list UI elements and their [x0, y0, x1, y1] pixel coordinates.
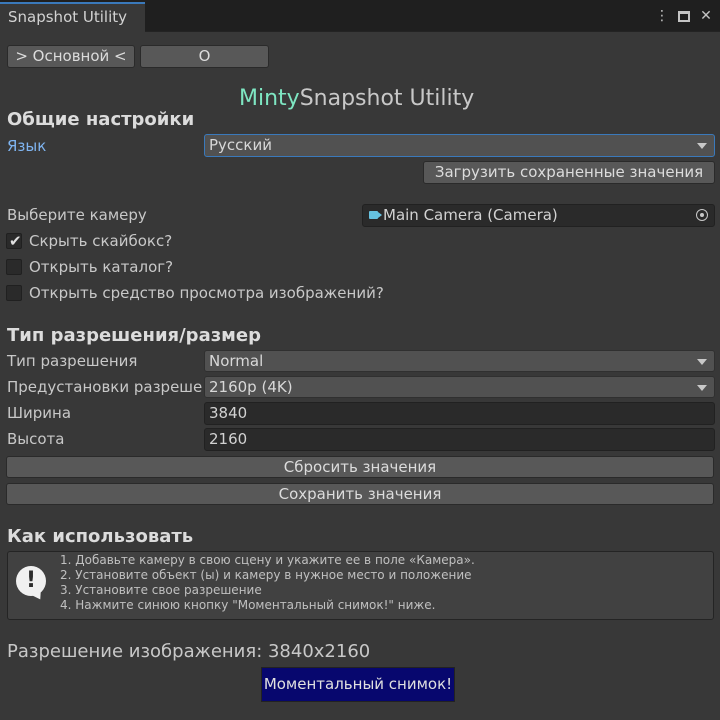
image-resolution-text: Разрешение изображения: 3840x2160	[7, 641, 371, 662]
about-tab-button[interactable]: O	[140, 45, 269, 68]
camera-label: Выберите камеру	[7, 206, 147, 224]
load-saved-values-button[interactable]: Загрузить сохраненные значения	[423, 161, 715, 184]
width-label: Ширина	[7, 404, 72, 422]
app-title: MintySnapshot Utility	[239, 86, 474, 111]
main-tab-button[interactable]: > Основной <	[7, 45, 135, 68]
app-title-accent: Minty	[239, 86, 300, 111]
resolution-type-dropdown[interactable]: Normal	[204, 350, 715, 372]
more-vert-icon[interactable]: ⋮	[654, 8, 670, 24]
save-values-button[interactable]: Сохранить значения	[6, 483, 714, 505]
snapshot-button[interactable]: Моментальный снимок!	[261, 667, 455, 702]
open-folder-checkbox[interactable]	[6, 259, 22, 275]
hide-skybox-label: Скрыть скайбокс?	[29, 232, 173, 250]
height-input[interactable]: 2160	[204, 428, 715, 451]
language-dropdown[interactable]: Русский	[204, 134, 715, 157]
open-image-viewer-checkbox[interactable]	[6, 285, 22, 301]
chevron-down-icon	[697, 143, 707, 149]
tab-snapshot-utility[interactable]: Snapshot Utility	[0, 2, 145, 32]
language-label: Язык	[7, 137, 47, 155]
chevron-down-icon	[697, 359, 707, 365]
resolution-type-label: Тип разрешения	[7, 352, 138, 370]
close-icon[interactable]: ✕	[698, 8, 714, 24]
object-picker-icon[interactable]	[696, 209, 708, 221]
hide-skybox-checkbox[interactable]: ✔	[6, 232, 22, 250]
height-label: Высота	[7, 430, 65, 448]
app-title-rest: Snapshot Utility	[299, 86, 475, 111]
camera-value: Main Camera (Camera)	[383, 206, 558, 224]
howto-step: 2. Установите объект (ы) и камеру в нужн…	[60, 568, 472, 582]
howto-step: 4. Нажмите синюю кнопку "Моментальный сн…	[60, 598, 436, 612]
resolution-heading: Тип разрешения/размер	[7, 325, 261, 346]
exclamation-icon: !	[16, 566, 46, 596]
howto-heading: Как использовать	[7, 526, 194, 547]
howto-steps: 1. Добавьте камеру в свою сцену и укажит…	[60, 553, 475, 613]
resolution-preset-value: 2160p (4K)	[209, 378, 293, 396]
camera-icon	[369, 211, 382, 219]
resolution-type-value: Normal	[209, 352, 264, 370]
open-image-viewer-label: Открыть средство просмотра изображений?	[29, 284, 384, 302]
chevron-down-icon	[697, 385, 707, 391]
general-settings-heading: Общие настройки	[7, 109, 195, 130]
language-value: Русский	[209, 136, 272, 154]
width-input[interactable]: 3840	[204, 402, 715, 425]
maximize-icon[interactable]	[678, 10, 690, 22]
resolution-preset-label: Предустановки разрешен	[7, 378, 203, 396]
window-controls: ⋮ ✕	[654, 6, 714, 26]
howto-step: 1. Добавьте камеру в свою сцену и укажит…	[60, 553, 475, 567]
resolution-preset-dropdown[interactable]: 2160p (4K)	[204, 376, 715, 398]
camera-object-field[interactable]: Main Camera (Camera)	[362, 204, 715, 227]
open-folder-label: Открыть каталог?	[29, 258, 174, 276]
howto-step: 3. Установите свое разрешение	[60, 583, 262, 597]
reset-values-button[interactable]: Сбросить значения	[6, 456, 714, 478]
checkmark-icon: ✔	[9, 232, 22, 250]
